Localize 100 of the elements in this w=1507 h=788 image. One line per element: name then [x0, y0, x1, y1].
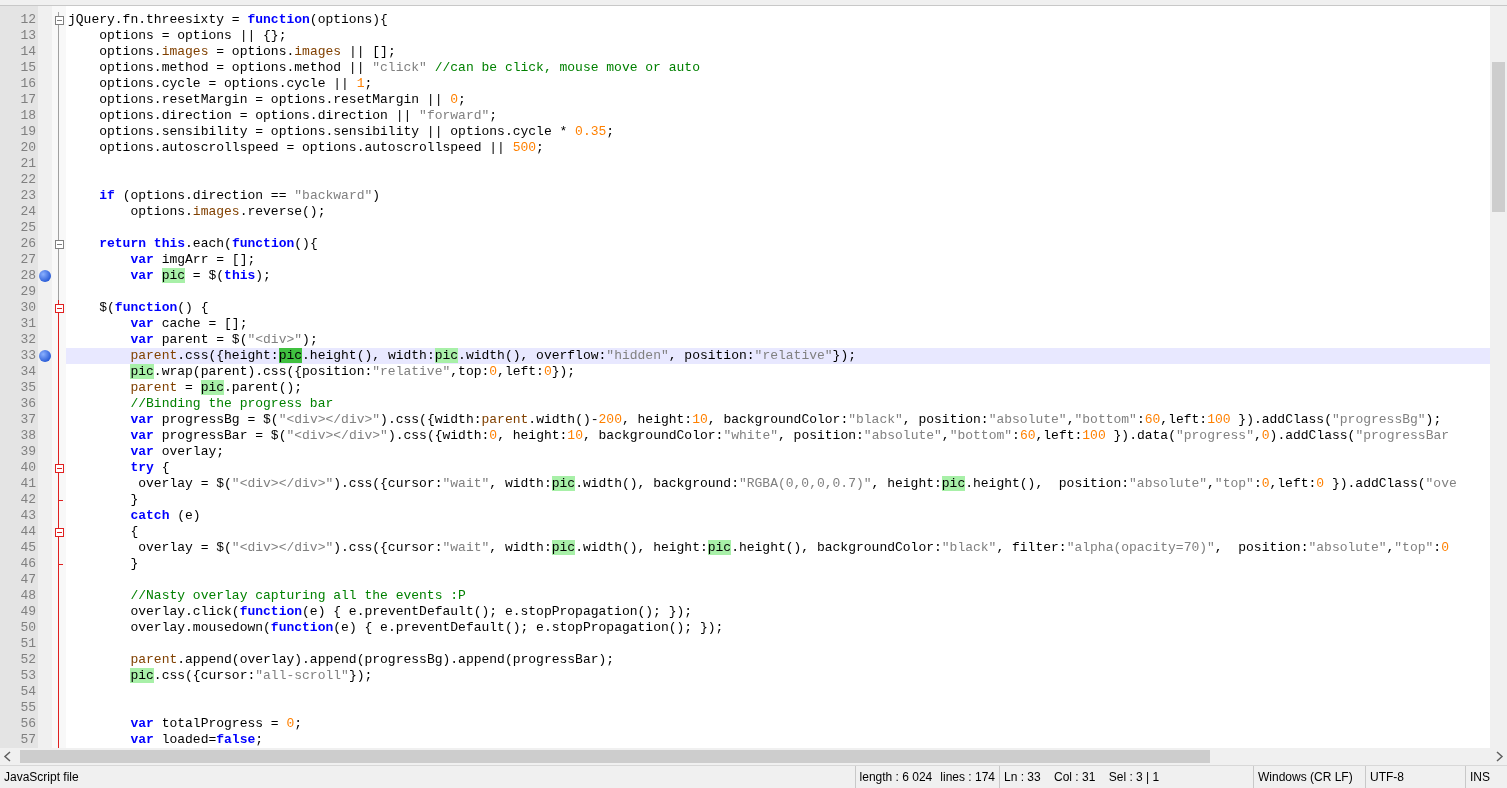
code-line: var imgArr = []; [129, 252, 257, 268]
code-line: overlay = $("<div></div>").css({cursor:"wait", width:pic.width(), height:pic.height(), backgroundColor:"black", filter:"alpha(opacity=70)", position:"absolute","top":0 [137, 540, 1450, 556]
code-line: } [129, 492, 140, 508]
line-number: 26 [19, 236, 37, 252]
insert-mode-label: INS [1465, 766, 1507, 788]
line-number: 18 [19, 108, 37, 124]
line-number: 29 [19, 284, 37, 300]
code-line: options.images = options.images || []; [98, 44, 397, 60]
line-number: 40 [19, 460, 37, 476]
line-number: 52 [19, 652, 37, 668]
code-line: options.autoscrollspeed = options.autoscrollspeed || 500; [98, 140, 545, 156]
code-line: options.resetMargin = options.resetMargin || 0; [98, 92, 467, 108]
fold-toggle-icon[interactable] [54, 463, 64, 473]
line-number: 24 [19, 204, 37, 220]
line-number: 21 [19, 156, 37, 172]
line-number: 34 [19, 364, 37, 380]
line-number: 57 [19, 732, 37, 748]
code-line: pic.wrap(parent).css({position:"relative",top:0,left:0}); [129, 364, 577, 380]
line-ending-label: Windows (CR LF) [1253, 766, 1365, 788]
line-number: 53 [19, 668, 37, 684]
scroll-thumb[interactable] [1492, 62, 1505, 212]
code-line: var cache = []; [129, 316, 249, 332]
line-number: 38 [19, 428, 37, 444]
code-line: { [129, 524, 140, 540]
code-line: pic.css({cursor:"all-scroll"}); [129, 668, 374, 684]
code-line: //Binding the progress bar [129, 396, 335, 412]
code-line: if (options.direction == "backward") [98, 188, 382, 204]
line-number: 45 [19, 540, 37, 556]
code-line: var pic = $(this); [129, 268, 272, 284]
bookmark-icon[interactable] [39, 350, 51, 362]
code-line: return this.each(function(){ [98, 236, 319, 252]
line-number: 54 [19, 684, 37, 700]
code-line: overlay = $("<div></div>").css({cursor:"wait", width:pic.width(), background:"RGBA(0,0,0,0.7)", height:pic.height(), position:"absolute","top":0,left:0 }).addClass("ove [137, 476, 1458, 492]
line-number: 48 [19, 588, 37, 604]
code-line: options.direction = options.direction || "forward"; [98, 108, 499, 124]
file-type-label: JavaScript file [3, 769, 80, 786]
line-number: 15 [19, 60, 37, 76]
cursor-position-label: Ln : 33 Col : 31 Sel : 3 | 1 [999, 766, 1253, 788]
line-number: 27 [19, 252, 37, 268]
fold-toggle-icon[interactable] [54, 303, 64, 313]
line-number: 43 [19, 508, 37, 524]
line-number: 12 [19, 12, 37, 28]
lines-label: lines : 174 [939, 769, 996, 786]
line-number: 49 [19, 604, 37, 620]
code-line: var progressBar = $("<div></div>").css({width:0, height:10, backgroundColor:"white", position:"absolute","bottom":60,left:100 }).data("progress",0).addClass("progressBar [129, 428, 1451, 444]
code-line: //Nasty overlay capturing all the events :P [129, 588, 467, 604]
code-line: jQuery.fn.threesixty = function(options){ [67, 12, 389, 28]
line-number: 35 [19, 380, 37, 396]
code-line: options.cycle = options.cycle || 1; [98, 76, 374, 92]
code-line: options = options || {}; [98, 28, 288, 44]
code-line: options.images.reverse(); [129, 204, 327, 220]
code-line: var overlay; [129, 444, 226, 460]
line-number: 55 [19, 700, 37, 716]
line-number: 23 [19, 188, 37, 204]
code-line: $(function() { [98, 300, 210, 316]
line-number: 47 [19, 572, 37, 588]
code-line: var loaded=false; [129, 732, 265, 748]
line-number: 36 [19, 396, 37, 412]
code-line: var progressBg = $("<div></div>").css({width:parent.width()-200, height:10, backgroundColor:"black", position:"absolute","bottom":60,left:100 }).addClass("progressBg"); [129, 412, 1443, 428]
line-number: 31 [19, 316, 37, 332]
line-number: 30 [19, 300, 37, 316]
line-number: 13 [19, 28, 37, 44]
scroll-thumb[interactable] [20, 750, 1210, 763]
code-line: overlay.mousedown(function(e) { e.preventDefault(); e.stopPropagation(); }); [129, 620, 725, 636]
code-line: catch (e) [129, 508, 202, 524]
code-editor[interactable] [0, 6, 1490, 748]
line-number: 19 [19, 124, 37, 140]
length-label: length : 6 024 [854, 766, 937, 788]
line-number: 44 [19, 524, 37, 540]
line-number: 32 [19, 332, 37, 348]
line-number: 14 [19, 44, 37, 60]
code-line: options.method = options.method || "click" //can be click, mouse move or auto [98, 60, 701, 76]
code-line: } [129, 556, 140, 572]
line-number: 25 [19, 220, 37, 236]
line-number: 56 [19, 716, 37, 732]
line-number: 46 [19, 556, 37, 572]
fold-toggle-icon[interactable] [54, 15, 64, 25]
bookmark-icon[interactable] [39, 270, 51, 282]
code-line: try { [129, 460, 171, 476]
vertical-scrollbar[interactable] [1490, 6, 1507, 748]
line-number: 51 [19, 636, 37, 652]
line-number: 16 [19, 76, 37, 92]
line-number: 42 [19, 492, 37, 508]
line-number: 50 [19, 620, 37, 636]
line-number: 28 [19, 268, 37, 284]
line-number: 39 [19, 444, 37, 460]
code-line: var parent = $("<div>"); [129, 332, 319, 348]
line-number: 20 [19, 140, 37, 156]
line-number: 37 [19, 412, 37, 428]
encoding-label: UTF-8 [1365, 766, 1465, 788]
code-line: parent = pic.parent(); [129, 380, 304, 396]
code-line: parent.append(overlay).append(progressBg).append(progressBar); [129, 652, 616, 668]
fold-toggle-icon[interactable] [54, 239, 64, 249]
line-number: 22 [19, 172, 37, 188]
line-number: 17 [19, 92, 37, 108]
fold-toggle-icon[interactable] [54, 527, 64, 537]
code-line: options.sensibility = options.sensibility || options.cycle * 0.35; [98, 124, 616, 140]
line-number: 33 [19, 348, 37, 364]
code-line: var totalProgress = 0; [129, 716, 304, 732]
code-line: overlay.click(function(e) { e.preventDefault(); e.stopPropagation(); }); [129, 604, 694, 620]
